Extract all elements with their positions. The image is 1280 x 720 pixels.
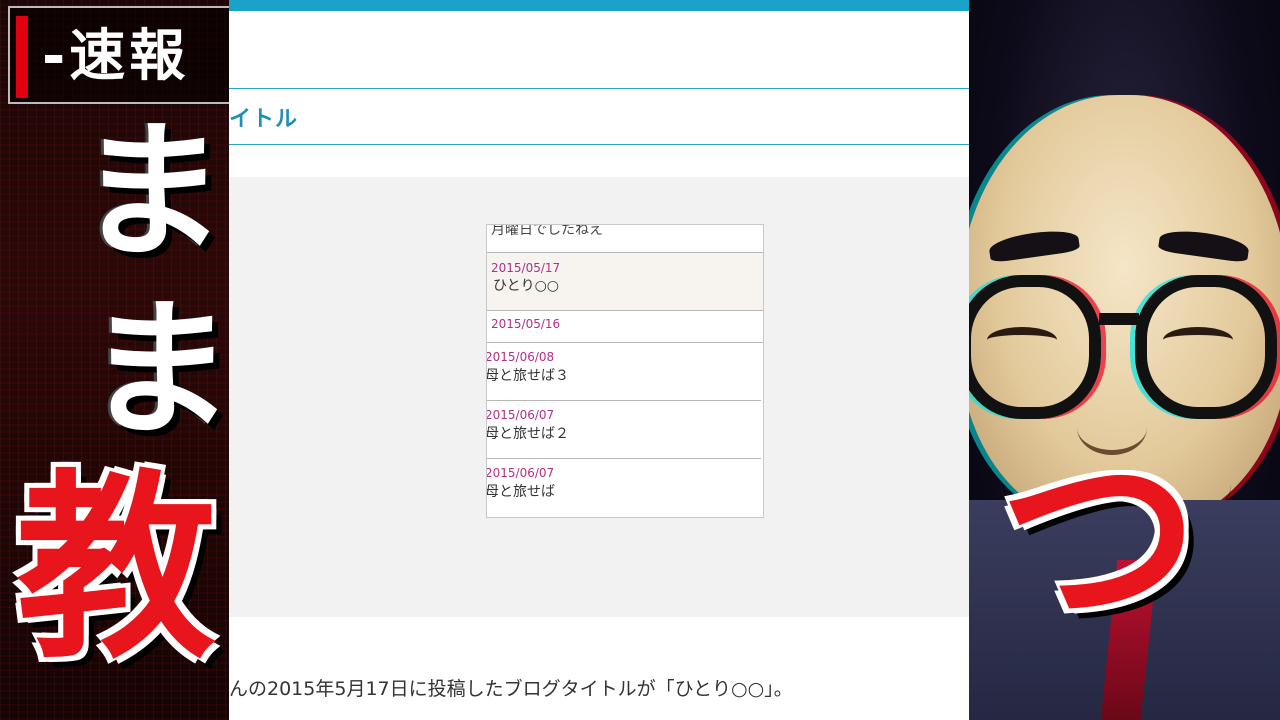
overlay-char-bottom: 教 [16, 453, 217, 686]
list-item[interactable]: 2015/06/08 母と旅せば３ [486, 343, 761, 401]
glasses-bridge [1099, 313, 1139, 325]
entry-list-area: 月曜日でしたねえ 2015/05/17 ひとり○○ 2015/05/16 201… [229, 177, 969, 617]
list-item[interactable]: 2015/05/17 ひとり○○ [487, 253, 763, 311]
breaking-news-banner: -速報 [8, 6, 229, 104]
header-accent-bar [229, 0, 969, 11]
right-eyebrow [1157, 226, 1251, 264]
entry-title: 母と旅せば２ [486, 426, 569, 442]
blog-screenshot: イトル 月曜日でしたねえ 2015/05/17 ひとり○○ 2015/05/16… [229, 0, 969, 720]
list-item[interactable]: 月曜日でしたねえ [487, 225, 763, 253]
left-eye [987, 327, 1057, 353]
list-item[interactable]: 2015/06/07 母と旅せば２ [486, 401, 761, 459]
left-eyebrow [987, 226, 1081, 264]
left-thumbnail-panel: -速報 ま ま 教 [0, 0, 229, 720]
entry-date: 2015/06/07 [486, 466, 555, 480]
overlay-char-right: つ [999, 423, 1200, 656]
list-item[interactable]: 2015/05/16 [487, 311, 763, 343]
banner-red-bar [16, 16, 28, 98]
overlay-char-middle: ま [86, 284, 229, 456]
entry-title: 母と旅せば [486, 484, 555, 500]
blog-title-strip: イトル [229, 89, 969, 145]
entry-date: 2015/05/16 [491, 317, 561, 331]
entry-date: 2015/06/08 [486, 350, 555, 364]
entry-list: 月曜日でしたねえ 2015/05/17 ひとり○○ 2015/05/16 201… [486, 224, 764, 518]
blog-title[interactable]: イトル [229, 101, 298, 133]
caption-text: んの2015年5月17日に投稿したブログタイトルが「ひとり○○」。 [229, 678, 793, 700]
entry-date: 2015/05/17 [491, 261, 561, 275]
overlay-char-top: ま [78, 106, 226, 278]
banner-text: -速報 [42, 24, 190, 89]
list-item[interactable]: 2015/06/07 母と旅せば [486, 459, 761, 517]
entry-date: 2015/06/07 [486, 408, 555, 422]
right-thumbnail-panel: つ [969, 0, 1280, 720]
entry-title: 母と旅せば３ [486, 368, 569, 384]
entry-title: ひとり○○ [493, 278, 560, 294]
right-eye [1163, 327, 1233, 353]
entry-title: 月曜日でしたねえ [491, 224, 603, 238]
